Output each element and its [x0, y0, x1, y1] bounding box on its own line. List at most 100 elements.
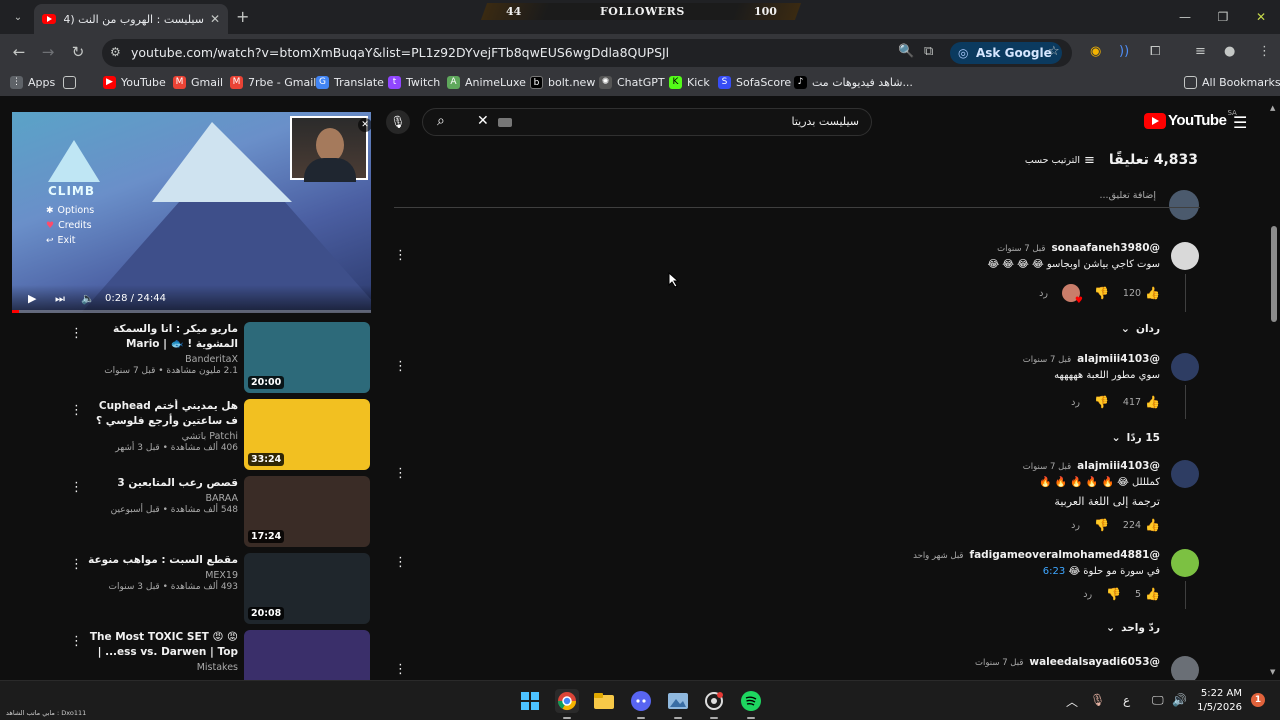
comment-actions-icon[interactable]: ⋮: [394, 662, 407, 677]
file-explorer-icon[interactable]: [592, 689, 616, 713]
more-actions-icon[interactable]: ⋮: [70, 403, 83, 418]
bookmark-gmail[interactable]: M Gmail: [173, 76, 223, 89]
bookmark-tiktok[interactable]: ♪ شاهد فيديوهات مت...: [794, 76, 913, 89]
reply-button[interactable]: رد: [1071, 397, 1080, 408]
new-tab-button[interactable]: +: [236, 7, 249, 26]
comment-author[interactable]: @fadigameoveralmohamed4881: [970, 549, 1161, 561]
bookmark-animeluxe[interactable]: A AnimeLuxe: [447, 76, 526, 89]
bookmark-apps[interactable]: ⋮ Apps: [10, 76, 55, 89]
site-info-icon[interactable]: ⚙: [110, 45, 121, 59]
active-tab[interactable]: سيليست : الهروب من النت (8914) ✕: [34, 4, 228, 34]
volume-icon[interactable]: 🔈: [81, 292, 95, 305]
bookmark-youtube[interactable]: ▶ YouTube: [103, 76, 166, 89]
tab-search-button[interactable]: ⌄: [8, 7, 28, 27]
volume-tray-icon[interactable]: 🔊: [1172, 693, 1187, 707]
comment-author[interactable]: @sonaafaneh3980: [1051, 242, 1160, 254]
recommendation-item[interactable]: ⋮ 20:00 ماريو ميكر : انا والسمكة المشوية !…: [60, 322, 372, 394]
more-actions-icon[interactable]: ⋮: [70, 557, 83, 572]
network-icon[interactable]: 🖵: [1152, 693, 1164, 708]
commenter-avatar[interactable]: [1171, 242, 1199, 270]
bookmark-translate[interactable]: G Translate: [316, 76, 384, 89]
like-button[interactable]: 👍 5: [1135, 587, 1160, 601]
view-replies-button[interactable]: 15 ردًا ⌄: [1111, 431, 1160, 444]
comment-time[interactable]: قبل 7 سنوات: [1023, 355, 1071, 365]
tab-groups-icon[interactable]: [63, 76, 81, 89]
recommendation-item[interactable]: ⋮ 20:08 مقطع السبت : مواهب منوعة MEX19 493 أ…: [60, 553, 372, 625]
input-language[interactable]: ع: [1123, 693, 1130, 707]
comment-time[interactable]: قبل 7 سنوات: [997, 244, 1045, 254]
tab-close-icon[interactable]: ✕: [210, 12, 220, 26]
guide-menu-icon[interactable]: ☰: [1233, 113, 1247, 132]
reply-button[interactable]: رد: [1039, 288, 1048, 299]
video-progress-bar[interactable]: [12, 310, 371, 313]
video-title[interactable]: هل يمديني أختم Cuphead ف ساعتين وأرجع فل…: [88, 399, 238, 429]
address-bar[interactable]: ⚙ youtube.com/watch?v=btomXmBuqaY&list=P…: [102, 39, 1072, 67]
forward-button[interactable]: →: [38, 43, 58, 61]
bookmark-star-icon[interactable]: ☆: [1048, 44, 1060, 59]
channel-name[interactable]: BARAA: [88, 493, 239, 504]
video-title[interactable]: The Most TOXIC SET 😡 😡 | ...ess vs. Darw…: [88, 630, 238, 660]
more-actions-icon[interactable]: ⋮: [70, 480, 83, 495]
extension-audio-icon[interactable]: )): [1119, 44, 1129, 59]
recommendation-item[interactable]: ⋮ The Most TOXIC SET 😡 😡 | ...ess vs. Dar…: [60, 630, 372, 680]
browser-menu-icon[interactable]: ⋮: [1258, 44, 1271, 59]
bookmark-bolt[interactable]: b bolt.new: [530, 76, 595, 89]
maximize-button[interactable]: ❐: [1204, 0, 1242, 34]
reply-button[interactable]: رد: [1071, 520, 1080, 531]
ask-google-button[interactable]: Ask Google: [950, 42, 1062, 64]
thumbs-down-icon[interactable]: 👎: [1106, 587, 1121, 601]
comment-time[interactable]: قبل شهر واحد: [913, 551, 963, 561]
translate-link[interactable]: ترجمة إلى اللغة العربية: [1054, 495, 1160, 508]
video-thumbnail[interactable]: 20:08: [244, 553, 370, 624]
comment-actions-icon[interactable]: ⋮: [394, 248, 407, 263]
video-thumbnail[interactable]: 33:24: [244, 399, 370, 470]
extensions-puzzle-icon[interactable]: ⧠: [1150, 44, 1160, 59]
like-button[interactable]: 👍 224: [1123, 518, 1160, 532]
install-app-icon[interactable]: ⧉: [924, 44, 933, 59]
comment-timestamp-link[interactable]: 6:23: [1043, 566, 1065, 577]
video-title[interactable]: مقطع السبت : مواهب منوعة: [88, 553, 238, 568]
all-bookmarks[interactable]: All Bookmarks: [1184, 76, 1280, 89]
view-replies-button[interactable]: ردان ⌄: [1121, 322, 1160, 335]
recommendation-item[interactable]: ⋮ 33:24 هل يمديني أختم Cuphead ف ساعتين وأ…: [60, 399, 372, 471]
channel-name[interactable]: Mistakes: [88, 662, 238, 673]
comment-author[interactable]: @alajmiii4103: [1077, 353, 1160, 365]
video-title[interactable]: قصص رعب المتابعين 3: [88, 476, 238, 491]
commenter-avatar[interactable]: [1171, 460, 1199, 488]
recommendation-item[interactable]: ⋮ 17:24 قصص رعب المتابعين 3 BARAA 548 ألف مش…: [60, 476, 372, 548]
search-icon[interactable]: ⌕: [437, 113, 445, 129]
clear-search-icon[interactable]: ✕: [477, 113, 489, 129]
page-scrollbar[interactable]: ▲ ▼: [1268, 100, 1280, 680]
reload-button[interactable]: ↻: [68, 43, 88, 61]
chrome-icon[interactable]: [555, 689, 579, 719]
discord-icon[interactable]: [629, 689, 653, 719]
video-thumbnail[interactable]: 17:24: [244, 476, 370, 547]
like-button[interactable]: 👍 417: [1123, 395, 1160, 409]
thumbs-down-icon[interactable]: 👎: [1094, 286, 1109, 300]
more-actions-icon[interactable]: ⋮: [70, 326, 83, 341]
back-button[interactable]: ←: [9, 43, 29, 61]
spotify-icon[interactable]: [739, 689, 763, 719]
bookmark-sofascore[interactable]: S SofaScore: [718, 76, 791, 89]
comment-author[interactable]: @waleedalsayadi6053: [1029, 656, 1160, 668]
thumbs-down-icon[interactable]: 👎: [1094, 518, 1109, 532]
channel-name[interactable]: Patchi باتشي: [88, 431, 238, 442]
more-actions-icon[interactable]: ⋮: [70, 634, 83, 649]
bookmark-7rbe-gmail[interactable]: M 7rbe - Gmail: [230, 76, 316, 89]
thumbs-down-icon[interactable]: 👎: [1094, 395, 1109, 409]
like-button[interactable]: 👍 120: [1123, 286, 1160, 300]
youtube-logo[interactable]: YouTube SA: [1144, 109, 1237, 129]
video-player[interactable]: CLIMB ✱ Options ♥ Credits ↩ Exit ✕ ▶ ⏭ 🔈 0:…: [12, 112, 371, 313]
keyboard-icon[interactable]: [498, 118, 512, 127]
view-replies-button[interactable]: ردّ واحد ⌄: [1106, 621, 1160, 634]
play-icon[interactable]: ▶: [28, 292, 36, 305]
bookmark-kick[interactable]: K Kick: [669, 76, 710, 89]
search-input[interactable]: ⌕ ✕ سيليست بدريتا: [422, 108, 872, 136]
next-icon[interactable]: ⏭: [55, 292, 65, 306]
comment-time[interactable]: قبل 7 سنوات: [975, 658, 1023, 668]
bookmark-chatgpt[interactable]: ✺ ChatGPT: [599, 76, 665, 89]
scroll-down-arrow-icon[interactable]: ▼: [1270, 668, 1275, 676]
video-title[interactable]: ماريو ميكر : انا والسمكة المشوية ! 🐟 | M…: [88, 322, 238, 352]
zoom-icon[interactable]: 🔍: [898, 44, 914, 59]
video-thumbnail[interactable]: 20:00: [244, 322, 370, 393]
